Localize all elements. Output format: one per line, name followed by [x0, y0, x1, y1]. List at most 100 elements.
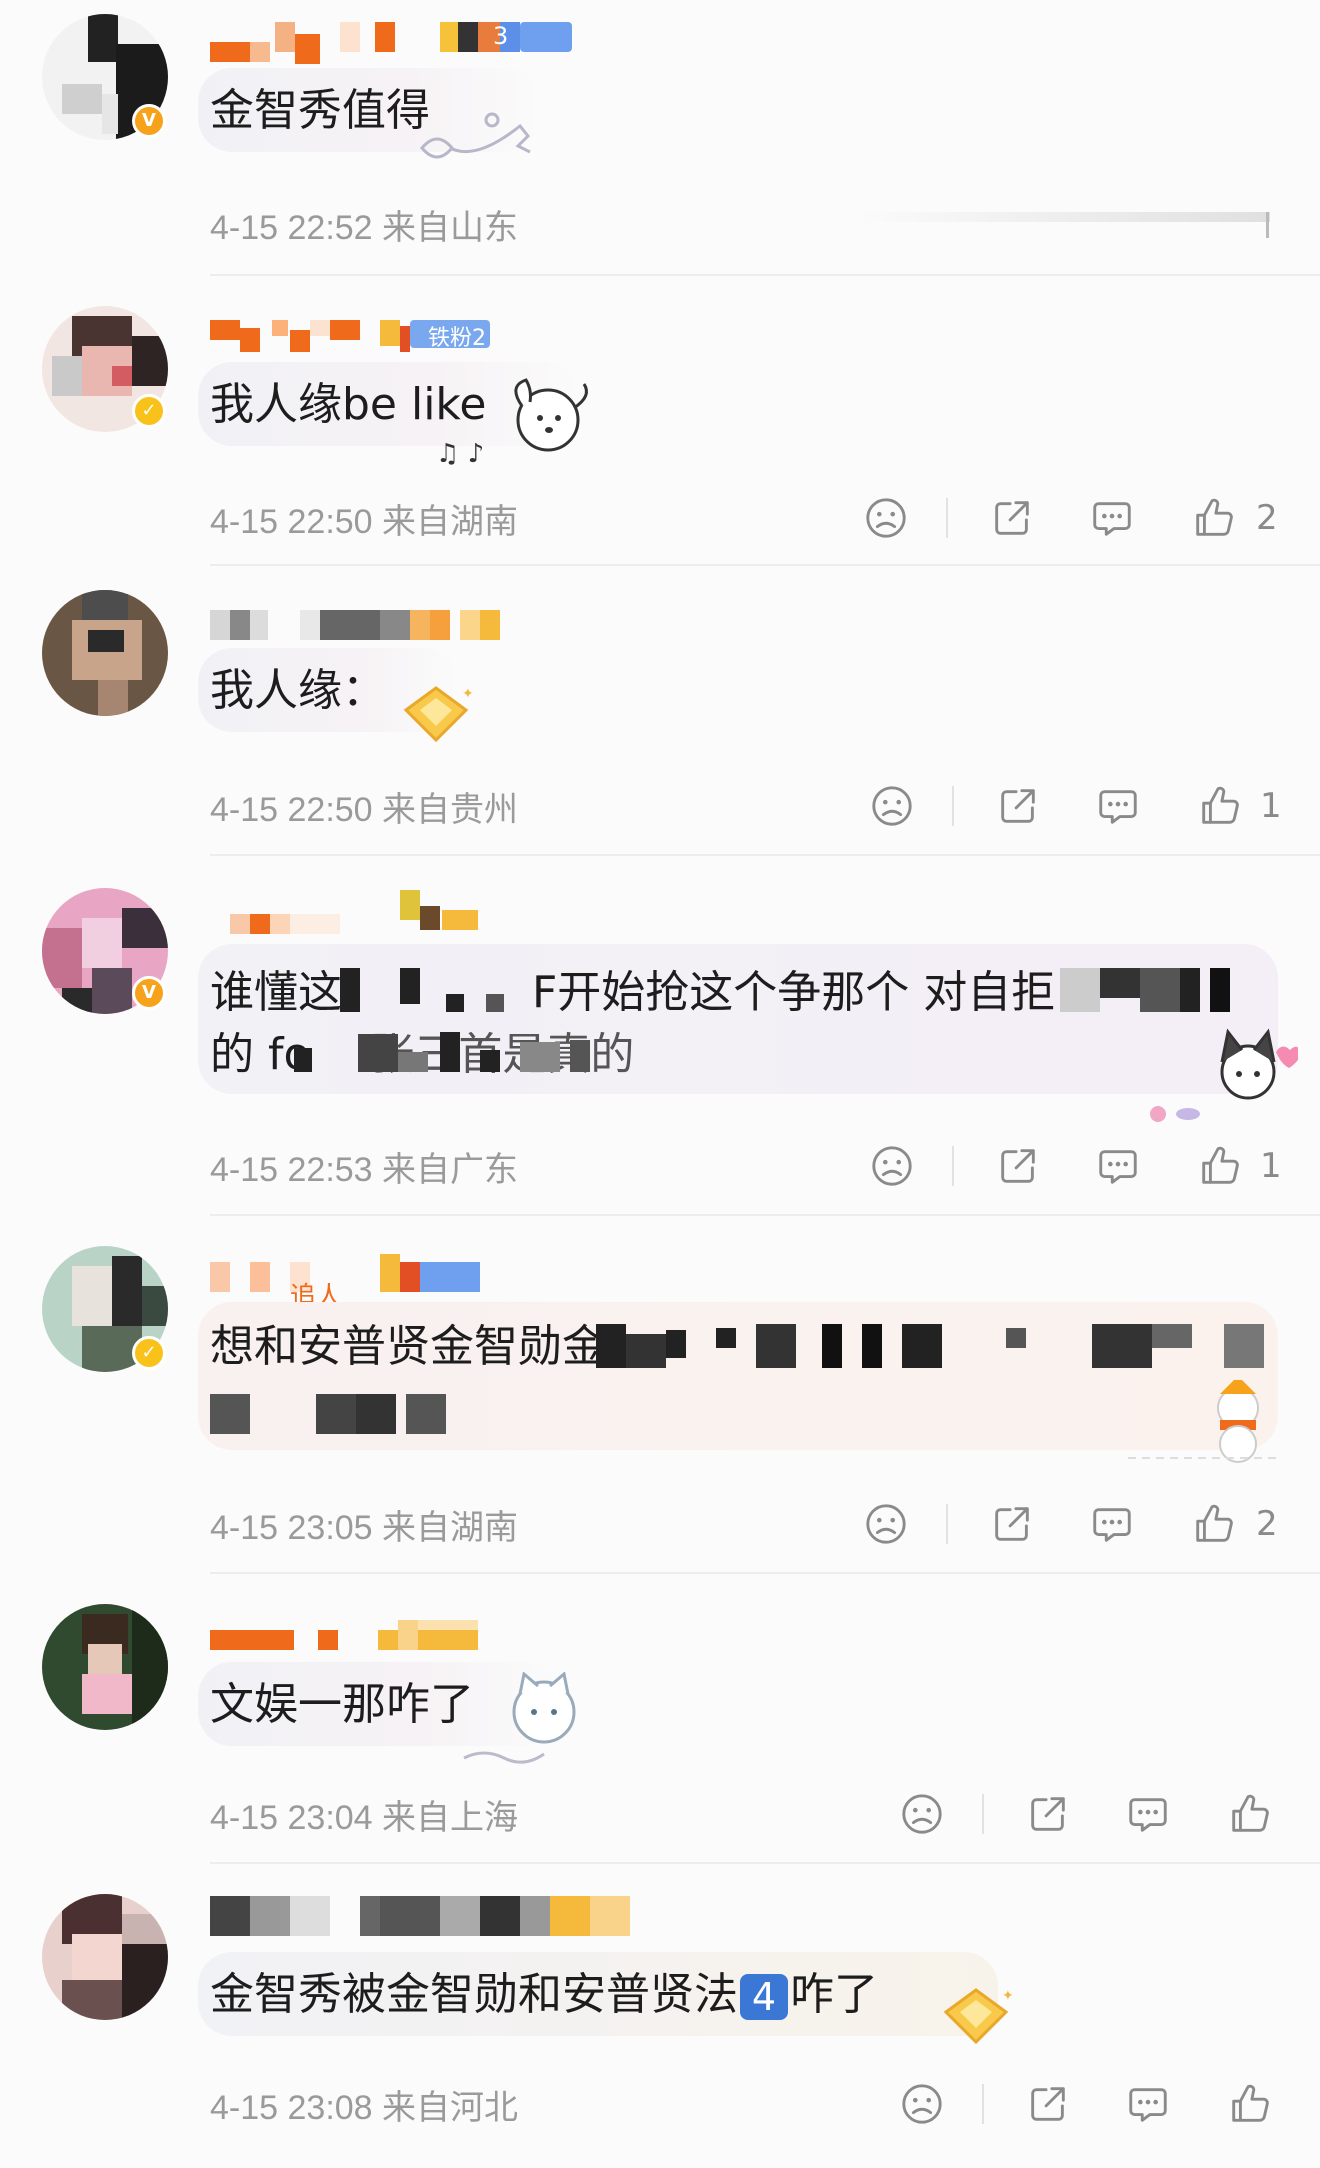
share-icon [995, 783, 1041, 829]
text-part: 咋了 [790, 1969, 878, 2020]
text-part: F开始抢这个争那个 对自拒 [532, 967, 1056, 1018]
divider [210, 854, 1320, 856]
sad-face-icon [863, 495, 909, 541]
thumbs-up-icon [1191, 1501, 1237, 1547]
action-bar: 2 [856, 1494, 1278, 1554]
like-count: 2 [1256, 1504, 1278, 1544]
username-mosaic[interactable] [210, 886, 530, 934]
separator [946, 498, 948, 538]
share-button[interactable] [1018, 2074, 1078, 2134]
timestamp-location: 4-15 23:04 来自上海 [210, 1799, 519, 1837]
text-mosaic [596, 1324, 1276, 1368]
timestamp-location: 4-15 22:53 来自广东 [210, 1151, 519, 1189]
action-bar: 1 [862, 1136, 1282, 1196]
sad-face-icon [899, 1791, 945, 1837]
timestamp-location: 4-15 23:08 来自河北 [210, 2089, 519, 2127]
like-button[interactable] [1190, 1136, 1250, 1196]
text-mosaic [340, 968, 530, 1012]
thumbs-up-icon [1197, 1143, 1243, 1189]
username-mosaic[interactable] [210, 610, 530, 640]
verified-badge-icon: V [132, 104, 166, 138]
dislike-button[interactable] [862, 1136, 922, 1196]
kuromi-sticker-icon [1150, 1028, 1298, 1122]
sad-face-icon [869, 1143, 915, 1189]
dislike-button[interactable] [862, 776, 922, 836]
divider [210, 274, 1320, 276]
gem-sticker-icon: ✦ [943, 1988, 1014, 2045]
reply-button[interactable] [1118, 1784, 1178, 1844]
dislike-button[interactable] [892, 1784, 952, 1844]
separator [952, 786, 954, 826]
share-button[interactable] [988, 1136, 1048, 1196]
svg-text:♫ ♪: ♫ ♪ [436, 439, 484, 469]
comment-text: 文娱一那咋了 [210, 1679, 474, 1730]
like-count: 2 [1256, 498, 1278, 538]
share-button[interactable] [982, 1494, 1042, 1554]
share-icon [1025, 2081, 1071, 2127]
reply-button[interactable] [1082, 488, 1142, 548]
comment-bubble-icon [1095, 783, 1141, 829]
blurred-action-bar [860, 212, 1270, 222]
avatar[interactable] [42, 1894, 168, 2020]
verified-badge-icon: ✓ [132, 394, 166, 428]
timestamp-location: 4-15 22:50 来自湖南 [210, 503, 519, 541]
thumbs-up-icon [1227, 1791, 1273, 1837]
separator [952, 1146, 954, 1186]
separator [982, 2084, 984, 2124]
dislike-button[interactable] [856, 488, 916, 548]
timestamp-location: 4-15 22:50 来自贵州 [210, 791, 519, 829]
dislike-button[interactable] [856, 1494, 916, 1554]
username-mosaic[interactable] [210, 1620, 530, 1650]
comment-bubble-icon [1089, 1501, 1135, 1547]
separator [982, 1794, 984, 1834]
sad-face-icon [869, 783, 915, 829]
thumbs-up-icon [1227, 2081, 1273, 2127]
thumbs-up-icon [1197, 783, 1243, 829]
reply-button[interactable] [1082, 1494, 1142, 1554]
like-count: 1 [1260, 1146, 1282, 1186]
text-part: 金智秀被金智勋和安普贤法 [210, 1969, 738, 2020]
ribbon-sticker-icon [420, 112, 531, 159]
avatar[interactable] [42, 1604, 168, 1730]
divider [210, 1862, 1320, 1864]
username-mosaic[interactable] [210, 1896, 670, 1936]
action-bar [892, 2074, 1292, 2134]
share-icon [1025, 1791, 1071, 1837]
divider [210, 1214, 1320, 1216]
comment-text: 我人缘： [210, 665, 386, 716]
like-button[interactable] [1190, 776, 1250, 836]
verified-badge-icon: ✓ [132, 1336, 166, 1370]
text-part: 谁懂这 [210, 967, 342, 1018]
dog-sticker-icon: ♫ ♪ [436, 378, 588, 469]
level-badge-text: 铁粉2 [428, 326, 486, 351]
share-button[interactable] [982, 488, 1042, 548]
dislike-button[interactable] [892, 2074, 952, 2134]
action-bar: 1 [862, 776, 1282, 836]
share-button[interactable] [1018, 1784, 1078, 1844]
text-mosaic [210, 1390, 450, 1434]
share-button[interactable] [988, 776, 1048, 836]
reply-button[interactable] [1088, 1136, 1148, 1196]
avatar[interactable] [42, 590, 168, 716]
like-button[interactable] [1220, 2074, 1280, 2134]
text-mosaic [290, 1028, 620, 1076]
sad-face-icon [863, 1501, 909, 1547]
like-button[interactable] [1220, 1784, 1280, 1844]
separator [946, 1504, 948, 1544]
like-count: 1 [1260, 786, 1282, 826]
comment-bubble-icon [1125, 1791, 1171, 1837]
like-button[interactable] [1184, 488, 1244, 548]
action-bar: 2 [856, 488, 1278, 548]
username-mosaic[interactable] [210, 22, 572, 64]
reply-button[interactable] [1088, 776, 1148, 836]
username-mosaic[interactable] [210, 1254, 530, 1292]
svg-text:✦: ✦ [1002, 1988, 1014, 2004]
like-button[interactable] [1184, 1494, 1244, 1554]
cat-sticker-icon [463, 1672, 576, 1764]
share-icon [989, 495, 1035, 541]
reply-button[interactable] [1118, 2074, 1178, 2134]
level-badge-text: 3 [493, 22, 509, 50]
number-4-emoji: 4 [740, 1974, 788, 2020]
comment-bubble-icon [1095, 1143, 1141, 1189]
svg-text:✦: ✦ [462, 686, 474, 702]
